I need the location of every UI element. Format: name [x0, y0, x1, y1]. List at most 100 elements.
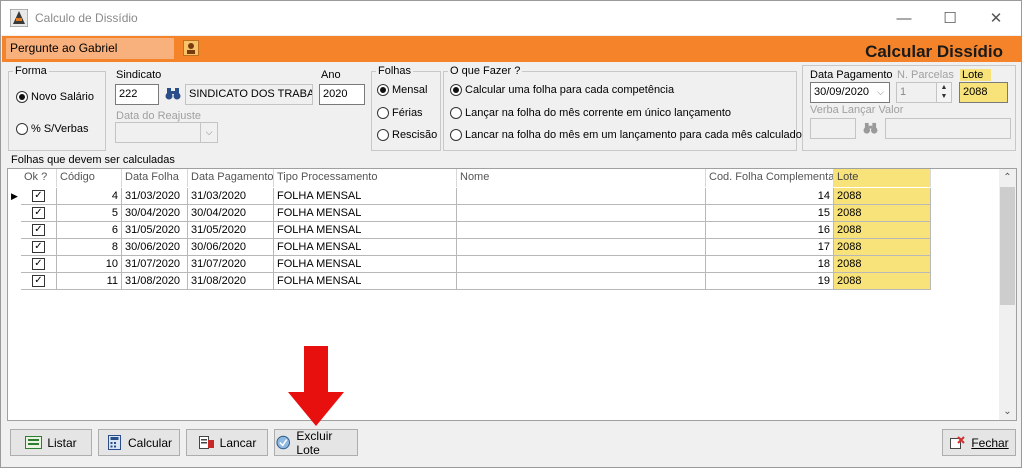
- listar-button[interactable]: Listar: [10, 429, 92, 456]
- data-folha-cell[interactable]: 31/07/2020: [122, 256, 188, 273]
- col-header-cod-folha-complementar[interactable]: Cod. Folha Complementar: [706, 169, 834, 187]
- forma-novo-salario-radio[interactable]: Novo Salário: [16, 91, 94, 103]
- data-pagamento-cell[interactable]: 31/05/2020: [188, 222, 274, 239]
- tipo-cell[interactable]: FOLHA MENSAL: [274, 205, 457, 222]
- assistant-icon[interactable]: [183, 40, 199, 56]
- chevron-down-icon[interactable]: ⌵: [872, 83, 889, 102]
- scroll-thumb[interactable]: [1000, 187, 1015, 305]
- ok-checkbox[interactable]: ✓: [32, 224, 45, 236]
- binoculars-search-icon[interactable]: [165, 87, 181, 101]
- lancar-cada-mes-radio[interactable]: Lancar na folha do mês em um lançamento …: [450, 129, 802, 141]
- cod-comp-cell[interactable]: 19: [706, 273, 834, 290]
- binoculars-search-icon[interactable]: [863, 122, 878, 135]
- nome-cell[interactable]: [457, 273, 706, 290]
- lote-cell[interactable]: 2088: [834, 256, 931, 273]
- data-pagamento-cell[interactable]: 31/07/2020: [188, 256, 274, 273]
- minimize-button[interactable]: —: [881, 1, 927, 35]
- forma-option-label: Novo Salário: [31, 91, 94, 103]
- close-window-button[interactable]: ✕: [973, 1, 1019, 35]
- cod-comp-cell[interactable]: 17: [706, 239, 834, 256]
- folhas-rescisao-radio[interactable]: Rescisão: [377, 129, 437, 141]
- table-row[interactable]: ✓ 5 30/04/2020 30/04/2020 FOLHA MENSAL 15 2088: [8, 205, 938, 222]
- ok-checkbox[interactable]: ✓: [32, 275, 45, 287]
- ano-input[interactable]: 2020: [319, 84, 365, 105]
- tipo-cell[interactable]: FOLHA MENSAL: [274, 188, 457, 205]
- codigo-cell[interactable]: 11: [57, 273, 122, 290]
- lancar-mes-corrente-radio[interactable]: Lançar na folha do mês corrente em único…: [450, 107, 731, 119]
- vertical-scrollbar[interactable]: ⌃ ⌄: [999, 169, 1016, 420]
- scroll-up-icon[interactable]: ⌃: [999, 169, 1016, 186]
- codigo-cell[interactable]: 6: [57, 222, 122, 239]
- lote-input[interactable]: 2088: [959, 82, 1008, 103]
- excluir-lote-button-label: Excluir Lote: [296, 428, 333, 457]
- lote-cell[interactable]: 2088: [834, 205, 931, 222]
- nome-cell[interactable]: [457, 222, 706, 239]
- lote-cell[interactable]: 2088: [834, 222, 931, 239]
- calcular-button[interactable]: Calcular: [98, 429, 180, 456]
- scroll-down-icon[interactable]: ⌄: [999, 403, 1016, 420]
- data-folha-cell[interactable]: 30/04/2020: [122, 205, 188, 222]
- data-pagamento-cell[interactable]: 30/04/2020: [188, 205, 274, 222]
- cod-comp-cell[interactable]: 18: [706, 256, 834, 273]
- sindicato-code-input[interactable]: 222: [115, 84, 159, 105]
- nome-cell[interactable]: [457, 256, 706, 273]
- folhas-grid[interactable]: Ok ? Código Data Folha Data Pagamento Ti…: [7, 168, 1017, 421]
- tipo-cell[interactable]: FOLHA MENSAL: [274, 222, 457, 239]
- data-folha-cell[interactable]: 31/03/2020: [122, 188, 188, 205]
- col-header-codigo[interactable]: Código: [57, 169, 122, 187]
- codigo-cell[interactable]: 4: [57, 188, 122, 205]
- table-row[interactable]: ✓ 10 31/07/2020 31/07/2020 FOLHA MENSAL 18 208…: [8, 256, 938, 273]
- forma-percent-verbas-radio[interactable]: % S/Verbas: [16, 123, 88, 135]
- data-pagamento-cell[interactable]: 31/03/2020: [188, 188, 274, 205]
- col-header-data-folha[interactable]: Data Folha: [122, 169, 188, 187]
- lote-cell[interactable]: 2088: [834, 239, 931, 256]
- table-row[interactable]: ▶ ✓ 4 31/03/2020 31/03/2020 FOLHA MENSAL 14 208…: [8, 188, 938, 205]
- folhas-ferias-radio[interactable]: Férias: [377, 107, 423, 119]
- table-row[interactable]: ✓ 8 30/06/2020 30/06/2020 FOLHA MENSAL 17 2088: [8, 239, 938, 256]
- data-pagamento-input[interactable]: 30/09/2020 ⌵: [810, 82, 890, 103]
- ok-checkbox[interactable]: ✓: [32, 241, 45, 253]
- table-row[interactable]: ✓ 11 31/08/2020 31/08/2020 FOLHA MENSAL 19 208…: [8, 273, 938, 290]
- col-header-nome[interactable]: Nome: [457, 169, 706, 187]
- data-reajuste-select[interactable]: ⌵: [115, 122, 218, 143]
- ok-cell: ✓: [21, 205, 57, 222]
- maximize-button[interactable]: ☐: [927, 1, 973, 35]
- nome-cell[interactable]: [457, 205, 706, 222]
- lote-cell[interactable]: 2088: [834, 273, 931, 290]
- table-row[interactable]: ✓ 6 31/05/2020 31/05/2020 FOLHA MENSAL 16 2088: [8, 222, 938, 239]
- tipo-cell[interactable]: FOLHA MENSAL: [274, 273, 457, 290]
- cod-comp-cell[interactable]: 16: [706, 222, 834, 239]
- nome-cell[interactable]: [457, 188, 706, 205]
- data-folha-cell[interactable]: 31/05/2020: [122, 222, 188, 239]
- col-header-ok[interactable]: Ok ?: [21, 169, 57, 187]
- forma-legend: Forma: [13, 65, 49, 77]
- ok-checkbox[interactable]: ✓: [32, 207, 45, 219]
- lancar-button[interactable]: Lancar: [186, 429, 268, 456]
- ask-gabriel-field[interactable]: Pergunte ao Gabriel: [6, 38, 174, 59]
- codigo-cell[interactable]: 5: [57, 205, 122, 222]
- verba-code-input[interactable]: [810, 118, 856, 139]
- col-header-tipo-processamento[interactable]: Tipo Processamento: [274, 169, 457, 187]
- tipo-cell[interactable]: FOLHA MENSAL: [274, 256, 457, 273]
- data-folha-cell[interactable]: 30/06/2020: [122, 239, 188, 256]
- folhas-mensal-radio[interactable]: Mensal: [377, 84, 427, 96]
- spin-arrows-icon[interactable]: ▲ ▼: [936, 83, 951, 102]
- col-header-data-pagamento[interactable]: Data Pagamento: [188, 169, 274, 187]
- lote-cell[interactable]: 2088: [834, 188, 931, 205]
- codigo-cell[interactable]: 10: [57, 256, 122, 273]
- data-folha-cell[interactable]: 31/08/2020: [122, 273, 188, 290]
- codigo-cell[interactable]: 8: [57, 239, 122, 256]
- calcular-cada-competencia-radio[interactable]: Calcular uma folha para cada competência: [450, 84, 674, 96]
- nome-cell[interactable]: [457, 239, 706, 256]
- cod-comp-cell[interactable]: 14: [706, 188, 834, 205]
- data-pagamento-cell[interactable]: 31/08/2020: [188, 273, 274, 290]
- app-window: Calculo de Dissídio — ☐ ✕ Pergunte ao Ga…: [0, 0, 1022, 468]
- cod-comp-cell[interactable]: 15: [706, 205, 834, 222]
- excluir-lote-button[interactable]: Excluir Lote: [274, 428, 358, 457]
- data-pagamento-cell[interactable]: 30/06/2020: [188, 239, 274, 256]
- ok-checkbox[interactable]: ✓: [32, 190, 45, 202]
- ok-checkbox[interactable]: ✓: [32, 258, 45, 270]
- fechar-button[interactable]: Fechar: [942, 429, 1016, 456]
- col-header-lote[interactable]: Lote: [834, 169, 931, 187]
- tipo-cell[interactable]: FOLHA MENSAL: [274, 239, 457, 256]
